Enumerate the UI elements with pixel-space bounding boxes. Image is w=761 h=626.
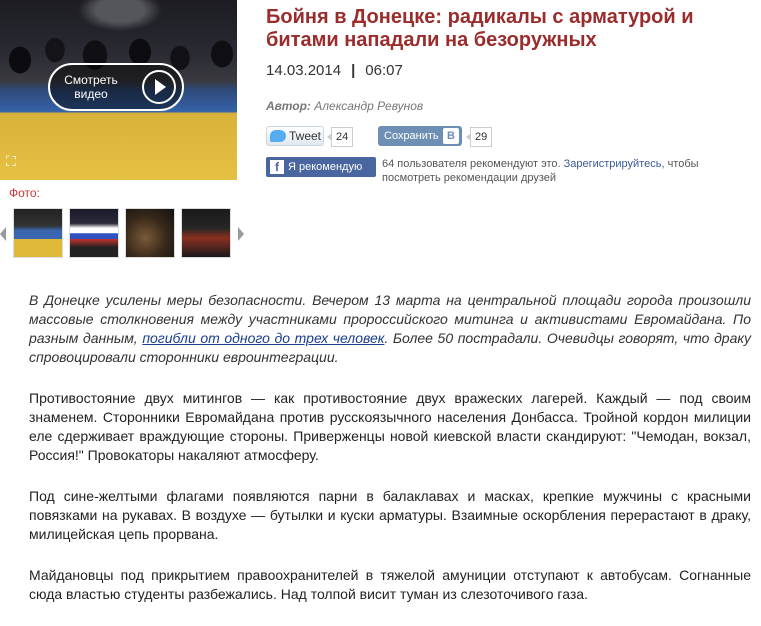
carousel-next-icon[interactable] [238, 227, 244, 241]
article-paragraph: Противостояние двух митингов — как проти… [29, 390, 751, 463]
vk-save-label: Сохранить [384, 130, 439, 142]
tweet-count: 24 [326, 127, 354, 147]
article-author: Автор: Александр Ревунов [266, 99, 423, 113]
article-lead: В Донецке усилены меры безопасности. Веч… [29, 292, 751, 365]
photo-thumbnail[interactable] [69, 208, 119, 258]
photo-thumbnail[interactable] [181, 208, 231, 258]
facebook-recommend-text: 64 пользователя рекомендуют это. Зарегис… [382, 158, 699, 184]
video-preview[interactable]: Смотреть видео ⛶ [0, 0, 237, 180]
article-time: 06:07 [365, 62, 403, 79]
tweet-label: Tweet [289, 129, 322, 143]
author-name: Александр Ревунов [314, 99, 424, 113]
photo-carousel [0, 205, 245, 259]
article-title: Бойня в Донецке: радикалы с арматурой и … [266, 6, 694, 51]
facebook-icon: f [270, 160, 284, 174]
article-body: В Донецке усилены меры безопасности. Веч… [29, 291, 751, 626]
author-label: Автор: [266, 99, 311, 113]
article-paragraph: Под сине-желтыми флагами появляются парн… [29, 488, 751, 542]
vk-icon: B [443, 128, 459, 144]
photo-thumbnail[interactable] [13, 208, 63, 258]
twitter-bird-icon [270, 130, 286, 142]
vk-save-button[interactable]: Сохранить B [378, 126, 462, 146]
watch-video-button[interactable]: Смотреть видео [48, 63, 184, 111]
carousel-prev-icon[interactable] [0, 227, 6, 241]
fullscreen-icon[interactable]: ⛶ [6, 153, 22, 169]
photo-thumbnail[interactable] [125, 208, 175, 258]
article-date: 14.03.2014 [266, 62, 342, 79]
facebook-recommend-label: Я рекомендую [288, 161, 363, 173]
facebook-recommend-button[interactable]: f Я рекомендую [266, 157, 376, 177]
vk-count: 29 [465, 127, 493, 147]
article-dateline: 14.03.2014 | 06:07 [266, 62, 403, 79]
dateline-separator: | [351, 62, 356, 79]
facebook-register-link[interactable]: Зарегистрируйтесь, [564, 158, 665, 170]
watch-video-label: Смотреть видео [64, 73, 118, 101]
casualties-link[interactable]: погибли от одного до трех человек [142, 330, 384, 346]
play-icon [142, 70, 176, 104]
tweet-button[interactable]: Tweet [266, 126, 324, 146]
article-paragraph: Майдановцы под прикрытием правоохранител… [29, 567, 751, 602]
photo-label: Фото: [9, 186, 40, 200]
